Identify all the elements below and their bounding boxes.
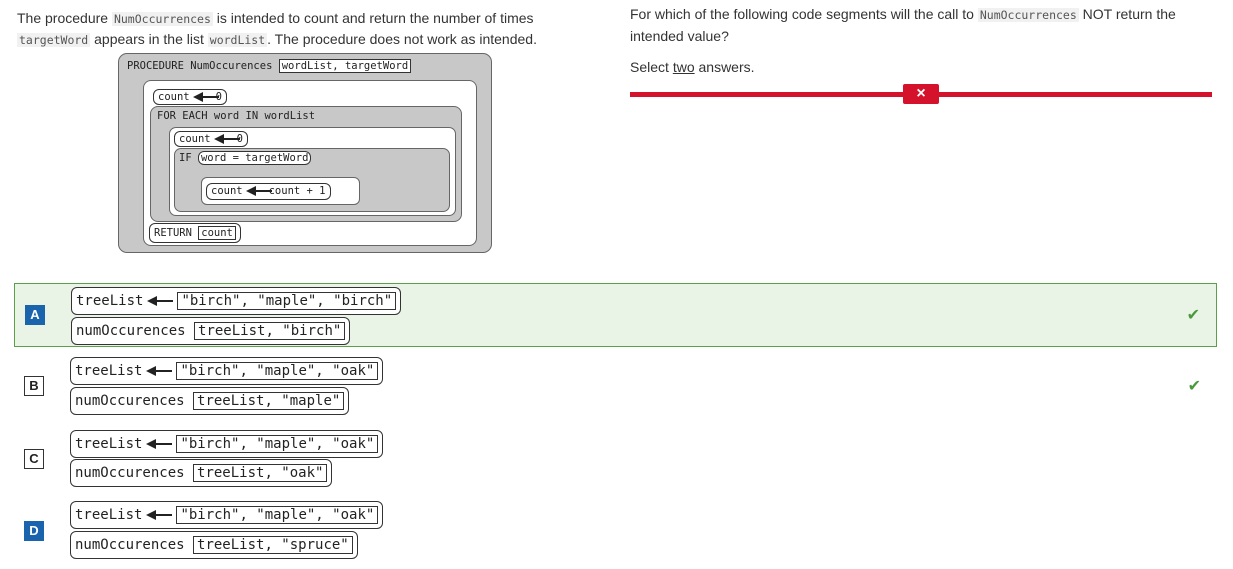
if-keyword: IF	[179, 152, 192, 164]
assign-value: count + 1	[268, 185, 326, 197]
assign-arrow-icon	[146, 366, 173, 376]
if-condition: word = targetWord	[197, 151, 312, 165]
select-prefix: Select	[630, 59, 673, 75]
prompt-text-part: appears in the list	[90, 31, 208, 47]
option-call-line: numOccurences treeList, "maple"	[70, 387, 350, 415]
list-variable: treeList	[75, 363, 143, 379]
return-keyword: RETURN	[154, 227, 192, 239]
target-word-code: targetWord	[17, 33, 91, 47]
select-count: two	[672, 59, 695, 75]
list-variable: treeList	[75, 436, 143, 452]
procedure-diagram: PROCEDURE NumOccurences wordList, target…	[118, 53, 492, 253]
question-text-part: For which of the following code segments…	[630, 6, 978, 22]
return-block: RETURN count	[149, 223, 241, 243]
list-variable: treeList	[75, 507, 143, 523]
procedure-name-code: NumOccurrences	[111, 12, 213, 26]
for-each-header: FOR EACH word IN wordList	[157, 110, 316, 122]
question-text: For which of the following code segments…	[630, 4, 1220, 47]
option-call-line: numOccurences treeList, "spruce"	[70, 531, 358, 559]
for-each-body: count 0 IF word = targetWord count count +…	[169, 127, 456, 216]
assign-arrow-icon	[146, 439, 173, 449]
option-letter-badge: B	[24, 376, 44, 396]
select-suffix: answers.	[694, 59, 755, 75]
option-assignment-line: treeList "birch", "maple", "oak"	[70, 501, 384, 529]
procedure-call-args: treeList, "birch"	[194, 322, 346, 340]
count-reset-block: count 0	[174, 131, 248, 147]
prompt-text-part: is intended to count and return the numb…	[212, 10, 534, 26]
if-body: count count + 1	[201, 177, 360, 205]
procedure-call-args: treeList, "maple"	[193, 392, 345, 410]
select-instruction: Select two answers.	[630, 59, 755, 75]
procedure-call-args: treeList, "oak"	[193, 464, 328, 482]
correct-check-icon: ✔	[1186, 307, 1200, 324]
option-assignment-line: treeList "birch", "maple", "oak"	[70, 357, 384, 385]
assign-arrow-icon	[213, 134, 240, 144]
list-values: "birch", "maple", "birch"	[177, 292, 397, 310]
prompt-text-part: The procedure	[17, 10, 112, 26]
return-value: count	[198, 226, 236, 240]
procedure-call-name: numOccurences	[75, 465, 185, 481]
procedure-call-name: numOccurences	[75, 393, 185, 409]
option-call-line: numOccurences treeList, "oak"	[70, 459, 333, 487]
option-assignment-line: treeList "birch", "maple", "birch"	[71, 287, 402, 315]
procedure-call-args: treeList, "spruce"	[193, 536, 353, 554]
list-variable: treeList	[76, 293, 144, 309]
for-each-block: FOR EACH word IN wordList count 0 IF word…	[150, 106, 462, 222]
count-increment-block: count count + 1	[206, 183, 331, 200]
assign-arrow-icon	[146, 510, 173, 520]
prompt-text-part: . The procedure does not work as intende…	[267, 31, 537, 47]
procedure-call-name: numOccurences	[75, 537, 185, 553]
option-call-line: numOccurences treeList, "birch"	[71, 317, 351, 345]
list-values: "birch", "maple", "oak"	[176, 362, 379, 380]
assign-arrow-icon	[245, 186, 272, 196]
option-assignment-line: treeList "birch", "maple", "oak"	[70, 430, 384, 458]
if-header: IF word = targetWord	[179, 151, 312, 165]
if-block: IF word = targetWord count count + 1	[174, 148, 450, 212]
assign-target: count	[211, 185, 243, 197]
question-code: NumOccurrences	[977, 8, 1079, 22]
procedure-call-name: numOccurences	[76, 323, 186, 339]
assign-arrow-icon	[147, 296, 174, 306]
option-letter-badge: D	[24, 521, 44, 541]
procedure-header-name: PROCEDURE NumOccurences	[127, 60, 273, 72]
option-letter-badge: A	[25, 305, 45, 325]
procedure-body: count 0 FOR EACH word IN wordList count 0 …	[143, 80, 477, 246]
procedure-params: wordList, targetWord	[278, 59, 412, 73]
answer-option-b[interactable]: B treeList "birch", "maple", "oak" numOcc…	[14, 354, 1217, 418]
list-values: "birch", "maple", "oak"	[176, 506, 379, 524]
option-letter-badge: C	[24, 449, 44, 469]
count-init-block: count 0	[153, 89, 227, 105]
assign-arrow-icon	[192, 92, 219, 102]
prompt-text: The procedure NumOccurrences is intended…	[17, 8, 577, 50]
answer-option-d[interactable]: D treeList "birch", "maple", "oak" numOcc…	[14, 498, 1217, 562]
answer-option-c[interactable]: C treeList "birch", "maple", "oak" numOcc…	[14, 427, 1217, 491]
procedure-header: PROCEDURE NumOccurences wordList, target…	[127, 59, 412, 73]
list-values: "birch", "maple", "oak"	[176, 435, 379, 453]
assign-target: count	[179, 133, 211, 145]
incorrect-close-icon[interactable]: ×	[903, 84, 939, 104]
correct-check-icon: ✔	[1187, 378, 1201, 395]
answer-option-a[interactable]: A treeList "birch", "maple", "birch" numO…	[14, 283, 1217, 347]
word-list-code: wordList	[207, 33, 268, 47]
assign-target: count	[158, 91, 190, 103]
